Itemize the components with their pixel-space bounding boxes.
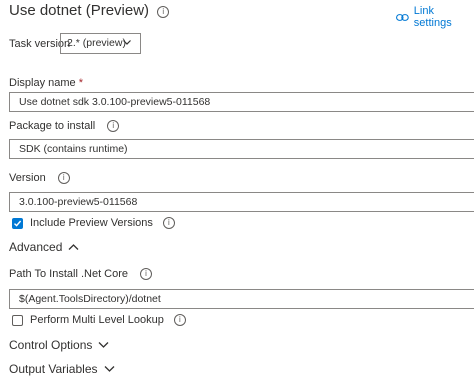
install-path-label-text: Path To Install .Net Core	[9, 268, 129, 280]
task-title: Use dotnet (Preview) i	[9, 2, 170, 19]
info-icon[interactable]: i	[157, 6, 170, 18]
package-value: SDK (contains runtime)	[19, 143, 128, 155]
install-path-label: Path To Install .Net Core i	[9, 268, 153, 280]
include-preview-checkbox[interactable]	[12, 217, 23, 229]
task-version-value: 2.* (preview)	[67, 37, 126, 49]
info-icon[interactable]: i	[162, 217, 175, 229]
advanced-section-toggle[interactable]: Advanced	[9, 240, 79, 254]
link-icon	[396, 13, 409, 21]
output-variables-label: Output Variables	[9, 362, 98, 376]
info-icon[interactable]: i	[107, 120, 120, 132]
package-label-text: Package to install	[9, 120, 96, 132]
link-settings-link[interactable]: Link settings	[396, 5, 474, 29]
link-settings-label: Link settings	[413, 5, 452, 29]
info-icon[interactable]: i	[57, 172, 70, 184]
advanced-label: Advanced	[9, 240, 63, 254]
include-preview-label: Include Preview Versions	[30, 217, 153, 229]
version-value: 3.0.100-preview5-011568	[19, 196, 138, 208]
package-label: Package to install i	[9, 120, 120, 132]
include-preview-row: Include Preview Versions i	[12, 217, 175, 229]
chevron-up-icon	[68, 244, 79, 250]
multi-level-row: Perform Multi Level Lookup i	[12, 314, 186, 326]
control-options-label: Control Options	[9, 338, 93, 352]
version-label-text: Version	[9, 172, 46, 184]
info-icon[interactable]: i	[173, 314, 186, 326]
multi-level-label: Perform Multi Level Lookup	[30, 314, 164, 326]
install-path-field[interactable]: $(Agent.ToolsDirectory)/dotnet	[9, 289, 474, 309]
task-title-text: Use dotnet (Preview)	[9, 2, 150, 19]
display-name-value: Use dotnet sdk 3.0.100-preview5-011568	[19, 96, 211, 108]
multi-level-checkbox[interactable]	[12, 314, 23, 326]
install-path-value: $(Agent.ToolsDirectory)/dotnet	[19, 293, 161, 305]
display-name-label-text: Display name	[9, 77, 76, 89]
chevron-down-icon	[123, 40, 131, 45]
chevron-down-icon	[98, 342, 109, 348]
version-field[interactable]: 3.0.100-preview5-011568	[9, 192, 474, 212]
required-mark: *	[78, 77, 83, 89]
package-select[interactable]: SDK (contains runtime)	[9, 139, 474, 159]
output-variables-toggle[interactable]: Output Variables	[9, 362, 115, 376]
checkmark-icon	[14, 220, 22, 227]
chevron-down-icon	[104, 366, 114, 372]
info-icon[interactable]: i	[140, 268, 153, 280]
task-version-select[interactable]: 2.* (preview)	[60, 33, 141, 54]
control-options-toggle[interactable]: Control Options	[9, 338, 109, 352]
display-name-label: Display name *	[9, 77, 83, 89]
display-name-field[interactable]: Use dotnet sdk 3.0.100-preview5-011568	[9, 92, 474, 112]
version-label: Version i	[9, 172, 70, 184]
